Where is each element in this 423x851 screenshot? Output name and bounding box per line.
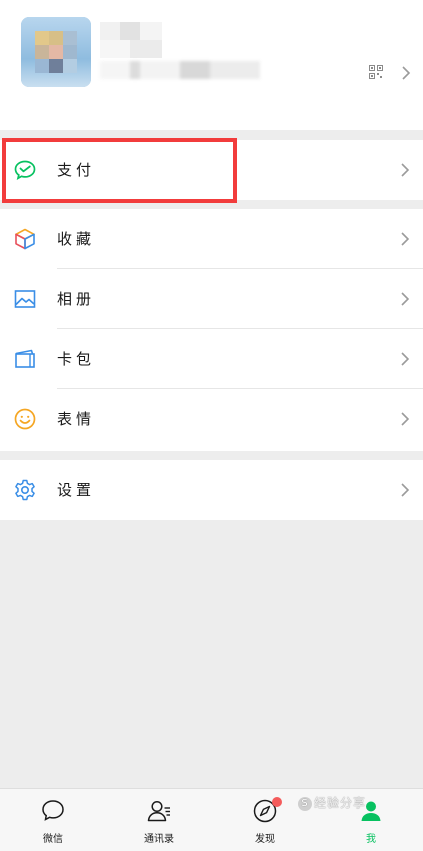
contacts-person-icon [147,800,170,822]
menu-group-pay: 支付 [0,140,423,200]
tab-label: 微信 [43,834,63,845]
menu-item-album[interactable]: 相册 [0,269,423,329]
album-picture-icon [14,290,36,308]
qr-code-icon[interactable] [369,65,383,79]
chat-bubble-icon [42,800,64,821]
smiley-face-icon [14,408,36,430]
menu-item-label: 相册 [57,290,96,308]
tab-chats[interactable]: 微信 [0,789,106,851]
chevron-right-icon [401,483,410,497]
chevron-right-icon [401,232,410,246]
menu-item-settings[interactable]: 设置 [0,460,423,520]
menu-group-settings: 设置 [0,460,423,520]
menu-item-label: 卡包 [57,350,96,368]
chevron-right-icon [401,352,410,366]
wechat-id-blurred [100,61,260,79]
wechat-pay-icon [14,160,36,180]
tab-label: 发现 [255,834,275,845]
watermark: S 经验分享 [298,794,408,814]
tab-contacts[interactable]: 通讯录 [106,789,212,851]
chevron-right-icon [401,292,410,306]
menu-item-label: 支付 [57,161,96,179]
settings-gear-icon [15,479,35,501]
menu-group-main: 收藏 相册 卡包 表情 [0,209,423,451]
tab-label: 通讯录 [144,834,174,845]
nickname-blurred-lower [100,40,162,58]
menu-item-label: 表情 [57,410,96,428]
profile-header[interactable] [0,0,423,130]
menu-item-label: 收藏 [57,230,96,248]
watermark-text: 经验分享 [314,796,367,810]
menu-item-favorites[interactable]: 收藏 [0,209,423,269]
avatar[interactable] [21,17,91,87]
card-wallet-icon [15,349,35,368]
favorites-cube-icon [15,228,35,250]
chevron-right-icon [401,163,410,177]
chevron-right-icon [401,412,410,426]
discover-badge [272,797,282,807]
chevron-right-icon [402,66,411,80]
menu-item-label: 设置 [57,481,96,499]
menu-item-pay[interactable]: 支付 [0,140,423,200]
menu-item-stickers[interactable]: 表情 [0,389,423,449]
tab-label: 我 [366,834,376,845]
menu-item-cards[interactable]: 卡包 [0,329,423,389]
watermark-logo-icon: S [298,796,312,811]
